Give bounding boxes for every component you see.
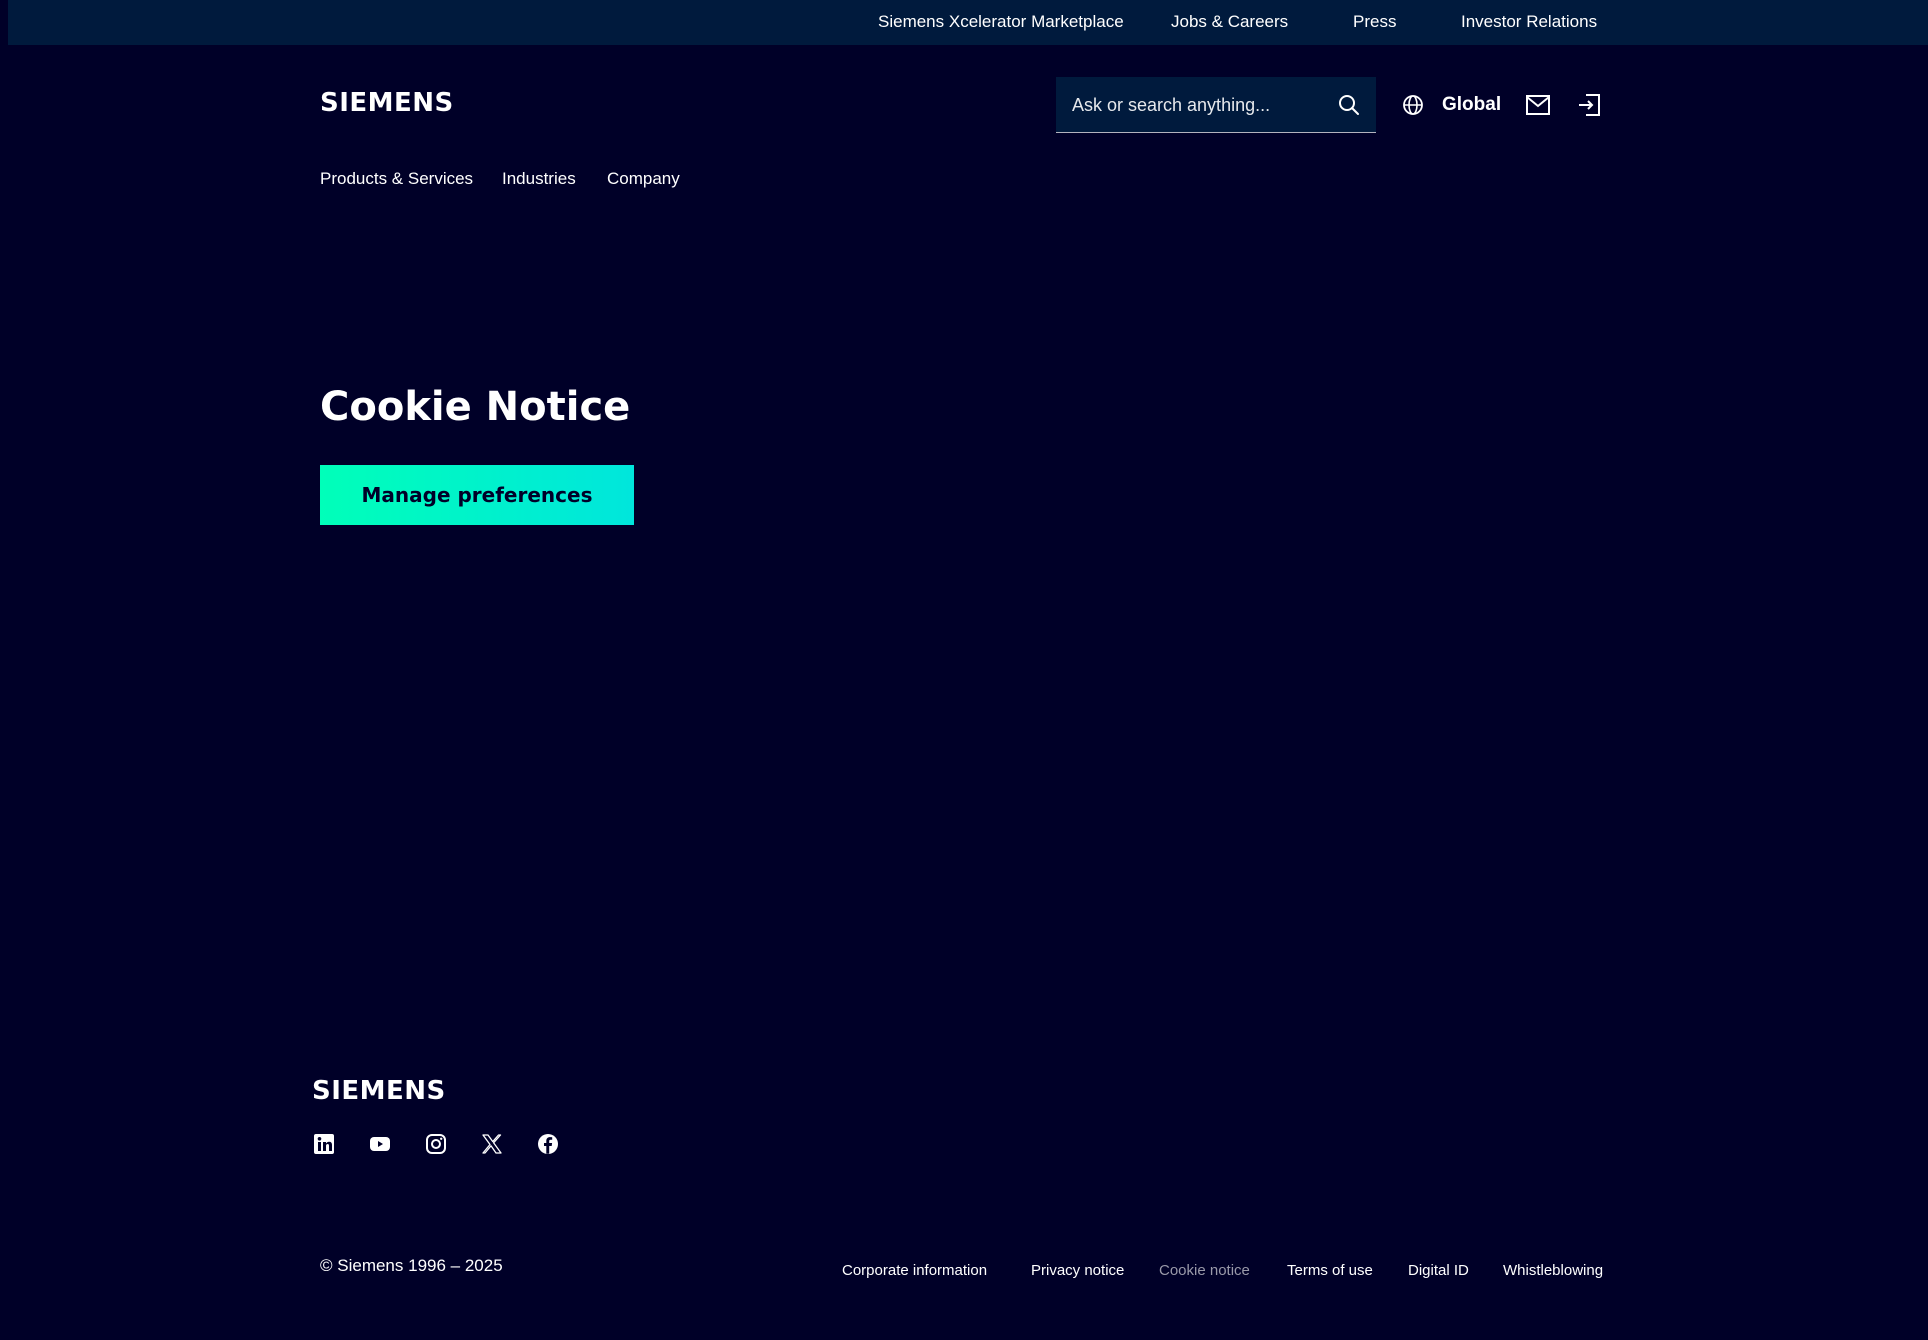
- instagram-icon[interactable]: [424, 1132, 448, 1156]
- topbar-link-xcelerator-marketplace[interactable]: Siemens Xcelerator Marketplace: [878, 12, 1124, 32]
- footer-siemens-logo[interactable]: SIEMENS: [312, 1076, 446, 1106]
- footer-link-digital-id[interactable]: Digital ID: [1408, 1262, 1469, 1279]
- nav-item-products-services[interactable]: Products & Services: [320, 169, 473, 189]
- region-selector[interactable]: Global: [1442, 94, 1501, 116]
- topbar-link-jobs-careers[interactable]: Jobs & Careers: [1171, 12, 1288, 32]
- siemens-logo[interactable]: SIEMENS: [320, 88, 454, 118]
- page-title: Cookie Notice: [320, 384, 631, 430]
- nav-item-company[interactable]: Company: [607, 169, 680, 189]
- copyright-text: © Siemens 1996 – 2025: [320, 1256, 503, 1275]
- search-box: [1056, 77, 1376, 133]
- topbar-link-investor-relations[interactable]: Investor Relations: [1461, 12, 1597, 32]
- search-input[interactable]: [1072, 93, 1322, 117]
- footer-link-privacy-notice[interactable]: Privacy notice: [1031, 1262, 1124, 1279]
- topbar-link-press[interactable]: Press: [1353, 12, 1396, 32]
- mail-icon[interactable]: [1526, 95, 1550, 115]
- footer-link-terms-of-use[interactable]: Terms of use: [1287, 1262, 1373, 1279]
- login-icon[interactable]: [1578, 94, 1600, 116]
- youtube-icon[interactable]: [368, 1132, 392, 1156]
- manage-preferences-button[interactable]: Manage preferences: [320, 465, 634, 525]
- globe-icon[interactable]: [1402, 94, 1424, 116]
- facebook-icon[interactable]: [536, 1132, 560, 1156]
- search-icon[interactable]: [1338, 94, 1360, 116]
- footer-link-whistleblowing[interactable]: Whistleblowing: [1503, 1262, 1603, 1279]
- utility-bar: Siemens Xcelerator Marketplace Jobs & Ca…: [8, 0, 1928, 45]
- footer-link-corporate-information[interactable]: Corporate information: [842, 1262, 987, 1279]
- nav-item-industries[interactable]: Industries: [502, 169, 576, 189]
- footer-link-cookie-notice[interactable]: Cookie notice: [1159, 1262, 1250, 1279]
- x-icon[interactable]: [480, 1132, 504, 1156]
- linkedin-icon[interactable]: [312, 1132, 336, 1156]
